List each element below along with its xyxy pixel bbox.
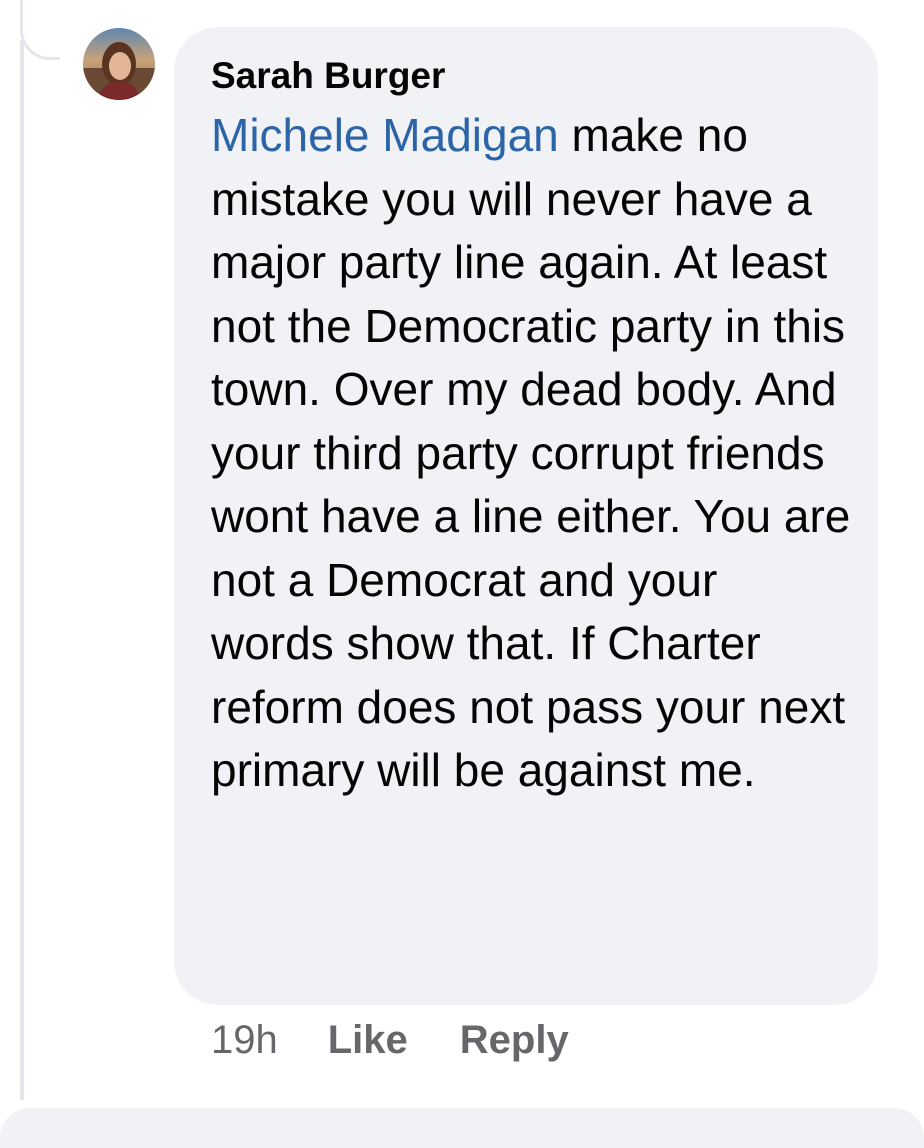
like-button[interactable]: Like (328, 1018, 408, 1063)
comment-author[interactable]: Sarah Burger (211, 53, 848, 99)
comment-body: Michele Madigan make no mistake you will… (211, 104, 851, 803)
thread-connector-line (20, 0, 60, 60)
thread-line (20, 40, 24, 1100)
mention-link[interactable]: Michele Madigan (211, 109, 559, 161)
avatar-image (83, 28, 155, 100)
avatar[interactable] (83, 28, 155, 100)
comment-bubble: Sarah Burger Michele Madigan make no mis… (174, 27, 878, 1005)
next-comment-bubble (0, 1108, 924, 1148)
reply-button[interactable]: Reply (460, 1018, 569, 1063)
comment-timestamp[interactable]: 19h (211, 1018, 278, 1063)
comment-text: make no mistake you will never have a ma… (211, 109, 851, 796)
comment-actions: 19h Like Reply (211, 1014, 569, 1066)
